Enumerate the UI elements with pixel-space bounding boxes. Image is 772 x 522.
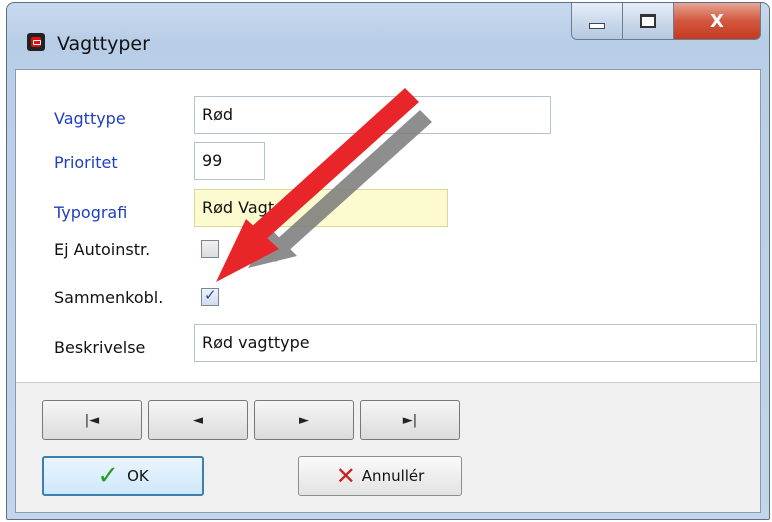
sammenkobl-label: Sammenkobl. (54, 288, 164, 307)
cancel-label: Annullér (361, 467, 425, 485)
next-record-button[interactable]: ► (254, 400, 354, 440)
title-bar[interactable]: Vagttyper X (7, 3, 769, 69)
vagttype-label: Vagttype (54, 109, 126, 128)
first-record-button[interactable]: |◄ (42, 400, 142, 440)
typografi-label: Typografi (54, 203, 128, 222)
cancel-button[interactable]: ✕ Annullér (298, 456, 462, 496)
last-record-button[interactable]: ►| (360, 400, 460, 440)
prioritet-input[interactable]: 99 (194, 142, 265, 180)
minimize-icon (589, 23, 605, 29)
window-title: Vagttyper (57, 33, 150, 55)
caption-buttons: X (571, 3, 761, 43)
previous-record-button[interactable]: ◄ (148, 400, 248, 440)
maximize-icon (640, 14, 656, 28)
maximize-button[interactable] (623, 3, 674, 40)
app-icon (27, 33, 45, 51)
prioritet-label: Prioritet (54, 153, 118, 172)
dialog-client-area: Vagttype Rød Prioritet 99 Typografi Rød … (15, 69, 761, 513)
vagttype-input[interactable]: Rød (194, 96, 551, 134)
cancel-x-icon: ✕ (335, 462, 356, 490)
typografi-input[interactable]: Rød Vagt (194, 189, 448, 227)
ok-button[interactable]: ✓ OK (42, 456, 204, 496)
ok-label: OK (127, 467, 149, 485)
beskrivelse-label: Beskrivelse (54, 338, 146, 357)
close-icon: X (710, 10, 724, 32)
dialog-window: Vagttyper X Vagttype Rød Prioritet 99 Ty… (6, 2, 770, 520)
ej-autoinstr-label: Ej Autoinstr. (54, 240, 151, 259)
sammenkobl-checkbox[interactable] (201, 286, 219, 306)
ej-autoinstr-checkbox[interactable] (201, 240, 219, 258)
minimize-button[interactable] (571, 3, 623, 40)
checkmark-icon: ✓ (97, 461, 120, 491)
beskrivelse-input[interactable]: Rød vagttype (194, 324, 757, 362)
close-button[interactable]: X (674, 3, 761, 40)
